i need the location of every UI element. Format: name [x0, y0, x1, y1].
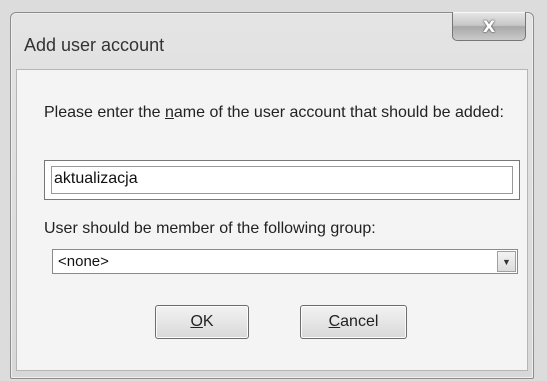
title-bar: Add user account X: [11, 12, 533, 68]
cancel-label-rest: ancel: [340, 313, 379, 330]
prompt-text-part: Please enter the: [44, 104, 165, 121]
group-label-text-part: roup:: [339, 220, 376, 237]
group-label-text-part: User should be member of the following: [44, 220, 331, 237]
group-selected-value: <none>: [58, 253, 109, 270]
ok-button[interactable]: OK: [155, 305, 249, 339]
cancel-mnemonic: C: [328, 313, 341, 330]
prompt-mnemonic: n: [164, 104, 174, 121]
dialog-client-area: Please enter the name of the user accoun…: [16, 69, 528, 371]
ok-mnemonic: O: [190, 313, 203, 330]
ok-label-rest: K: [202, 313, 214, 330]
dropdown-arrow-icon[interactable]: ▼: [497, 251, 516, 272]
dialog-title: Add user account: [24, 35, 165, 55]
prompt-text-part: ame of the user account that should be a…: [173, 104, 504, 121]
add-user-account-dialog: Add user account X Please enter the name…: [10, 12, 534, 379]
group-label: User should be member of the following g…: [44, 220, 376, 238]
username-field-frame: [44, 160, 520, 200]
username-prompt-label: Please enter the name of the user accoun…: [44, 103, 514, 122]
close-icon: X: [482, 16, 496, 36]
username-input[interactable]: [54, 170, 494, 188]
username-field-border: [51, 166, 513, 194]
cancel-button[interactable]: Cancel: [300, 305, 407, 339]
group-select[interactable]: <none> ▼: [52, 249, 518, 274]
group-label-mnemonic: g: [330, 220, 340, 237]
close-button[interactable]: X: [452, 12, 526, 41]
